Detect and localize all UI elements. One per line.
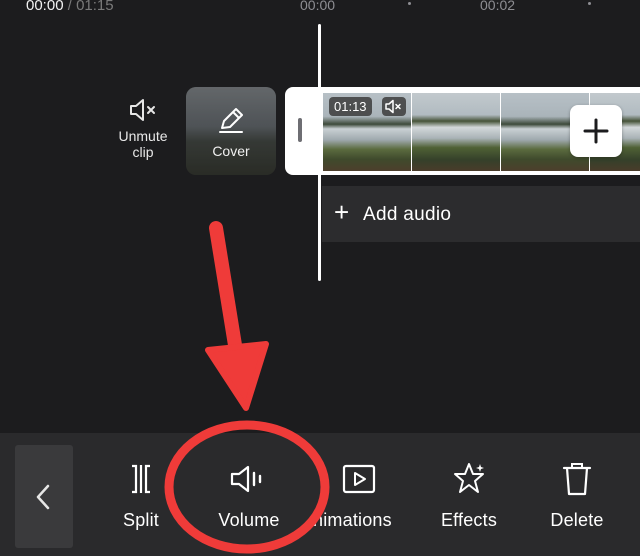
effects-label: Effects [440,510,498,530]
ruler-dot [588,2,591,5]
delete-button[interactable]: Delete [522,460,632,531]
ruler-tick-label: 00:02 [480,0,516,13]
current-time: 00:00 [26,0,64,14]
volume-button[interactable]: Volume [194,460,304,531]
split-label: Split [122,510,159,530]
animations-button[interactable]: nimations [313,460,423,531]
time-separator: / [67,0,72,14]
chevron-left-icon [36,484,50,510]
clip-muted-badge [382,97,406,116]
add-audio-button[interactable]: + Add audio [322,186,640,242]
unmute-label-line1: Unmute [118,128,168,144]
delete-icon [562,463,592,496]
timecode: 00:00 / 01:15 [26,0,114,14]
plus-icon: + [334,197,350,227]
volume-icon [230,465,262,493]
cover-label: Cover [212,143,250,159]
animations-label: nimations [313,510,392,530]
cover-button[interactable]: Cover [186,87,276,175]
clip-trim-handle[interactable] [298,118,302,142]
clip-thumbnail [412,93,500,171]
delete-label: Delete [550,510,604,530]
unmute-clip-button[interactable]: Unmute clip [108,96,178,160]
back-button[interactable] [15,445,73,548]
split-button[interactable]: Split [86,460,196,531]
animations-icon [342,464,376,494]
total-time: 01:15 [76,0,114,14]
unmute-label-line2: clip [132,144,154,160]
add-audio-label: Add audio [363,204,452,225]
speaker-muted-icon [385,99,401,114]
ruler-tick-label: 00:00 [300,0,336,13]
volume-label: Volume [218,510,280,530]
ruler-dot [408,2,411,5]
pencil-icon [219,108,243,133]
effects-button[interactable]: Effects [414,460,524,531]
add-clip-button[interactable] [570,105,622,157]
effects-icon [454,463,484,493]
annotation-arrow [205,221,269,411]
split-icon [132,464,150,494]
clip-duration-badge: 01:13 [329,97,372,116]
playhead[interactable] [318,24,321,281]
speaker-muted-icon [130,99,155,121]
plus-icon [583,118,609,144]
